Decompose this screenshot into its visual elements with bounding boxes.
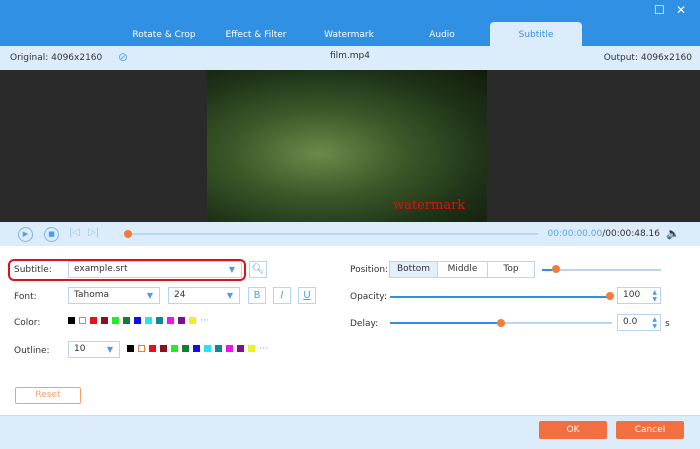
- delay-unit: s: [665, 319, 670, 329]
- color-swatch[interactable]: [156, 317, 163, 324]
- ok-button[interactable]: OK: [539, 421, 607, 439]
- previous-frame-icon[interactable]: |◁: [69, 227, 80, 238]
- next-frame-icon[interactable]: ▷|: [88, 227, 99, 238]
- info-bar: Original: 4096x2160 ⊘ film.mp4 Output: 4…: [0, 46, 700, 70]
- color-swatch[interactable]: [167, 317, 174, 324]
- color-swatch[interactable]: [112, 317, 119, 324]
- color-swatch[interactable]: [101, 317, 108, 324]
- color-swatch[interactable]: [193, 345, 200, 352]
- color-swatch[interactable]: [149, 345, 156, 352]
- search-subtitle-button[interactable]: 🔍︎: [249, 261, 267, 278]
- file-name: film.mp4: [329, 51, 370, 61]
- delay-slider-handle[interactable]: [497, 319, 505, 327]
- position-middle-button[interactable]: Middle: [437, 261, 488, 278]
- chevron-down-icon: ▼: [228, 265, 235, 274]
- more-colors-button[interactable]: ···: [259, 344, 268, 354]
- color-swatch[interactable]: [248, 345, 255, 352]
- underline-button[interactable]: U: [298, 287, 316, 304]
- color-swatch[interactable]: [123, 317, 130, 324]
- color-swatch[interactable]: [178, 317, 185, 324]
- watermark-overlay: watermark: [393, 198, 466, 213]
- title-bar: ☐ ✕ Rotate & Crop Effect & Filter Waterm…: [0, 0, 700, 46]
- spinner-arrows-icon[interactable]: ▲ ▼: [652, 316, 657, 330]
- volume-icon[interactable]: 🔈: [666, 227, 680, 240]
- color-swatch[interactable]: [145, 317, 152, 324]
- color-label: Color:: [14, 318, 41, 328]
- time-display: 00:00:00.00/00:00:48.16: [547, 229, 660, 239]
- color-swatch[interactable]: [215, 345, 222, 352]
- play-button[interactable]: ▶: [18, 227, 33, 242]
- maximize-icon[interactable]: ☐: [654, 3, 665, 17]
- tab-subtitle[interactable]: Subtitle: [490, 22, 582, 46]
- bold-button[interactable]: B: [248, 287, 266, 304]
- spinner-arrows-icon[interactable]: ▲ ▼: [652, 289, 657, 303]
- color-swatch[interactable]: [182, 345, 189, 352]
- video-frame: watermark: [207, 70, 487, 222]
- progress-handle[interactable]: [124, 230, 132, 238]
- close-icon[interactable]: ✕: [676, 3, 686, 17]
- color-swatch[interactable]: [171, 345, 178, 352]
- output-resolution: Output: 4096x2160: [603, 53, 692, 63]
- more-colors-button[interactable]: ···: [200, 316, 209, 326]
- color-swatch[interactable]: [226, 345, 233, 352]
- outline-width-select[interactable]: 10 ▼: [68, 341, 120, 358]
- reset-button[interactable]: Reset: [15, 387, 81, 404]
- color-swatches: ···: [68, 316, 209, 326]
- color-swatch[interactable]: [68, 317, 75, 324]
- color-swatch[interactable]: [204, 345, 211, 352]
- position-label: Position:: [350, 265, 389, 275]
- search-icon: 🔍︎: [251, 264, 265, 275]
- opacity-slider[interactable]: [390, 296, 610, 298]
- color-swatch[interactable]: [237, 345, 244, 352]
- position-bottom-button[interactable]: Bottom: [389, 261, 438, 278]
- font-size-select[interactable]: 24 ▼: [168, 287, 240, 304]
- tab-rotate-crop[interactable]: Rotate & Crop: [114, 22, 214, 46]
- position-top-button[interactable]: Top: [487, 261, 535, 278]
- chevron-down-icon: ▼: [106, 345, 113, 354]
- color-swatch[interactable]: [189, 317, 196, 324]
- delay-input[interactable]: 0.0 ▲ ▼: [617, 314, 661, 331]
- stop-button[interactable]: ■: [44, 227, 59, 242]
- chevron-down-icon: ▼: [146, 291, 153, 300]
- font-label: Font:: [14, 292, 37, 302]
- tab-effect-filter[interactable]: Effect & Filter: [206, 22, 306, 46]
- font-family-select[interactable]: Tahoma ▼: [68, 287, 160, 304]
- opacity-slider-handle[interactable]: [606, 292, 614, 300]
- outline-swatches: ···: [127, 344, 268, 354]
- delay-label: Delay:: [350, 319, 379, 329]
- tab-audio[interactable]: Audio: [392, 22, 492, 46]
- color-swatch[interactable]: [90, 317, 97, 324]
- subtitle-label: Subtitle:: [14, 265, 52, 275]
- cancel-button[interactable]: Cancel: [616, 421, 684, 439]
- outline-label: Outline:: [14, 346, 50, 356]
- delay-slider-fill: [390, 322, 501, 324]
- color-swatch[interactable]: [127, 345, 134, 352]
- progress-track[interactable]: [128, 233, 538, 235]
- color-swatch[interactable]: [79, 317, 86, 324]
- video-preview: watermark: [0, 70, 700, 222]
- tab-watermark[interactable]: Watermark: [299, 22, 399, 46]
- position-slider-handle[interactable]: [552, 265, 560, 273]
- color-swatch[interactable]: [134, 317, 141, 324]
- color-swatch[interactable]: [138, 345, 145, 352]
- chevron-down-icon: ▼: [226, 291, 233, 300]
- color-swatch[interactable]: [160, 345, 167, 352]
- italic-button[interactable]: I: [273, 287, 291, 304]
- opacity-label: Opacity:: [350, 292, 387, 302]
- subtitle-file-select[interactable]: example.srt ▼: [68, 261, 242, 278]
- opacity-input[interactable]: 100 ▲ ▼: [617, 287, 661, 304]
